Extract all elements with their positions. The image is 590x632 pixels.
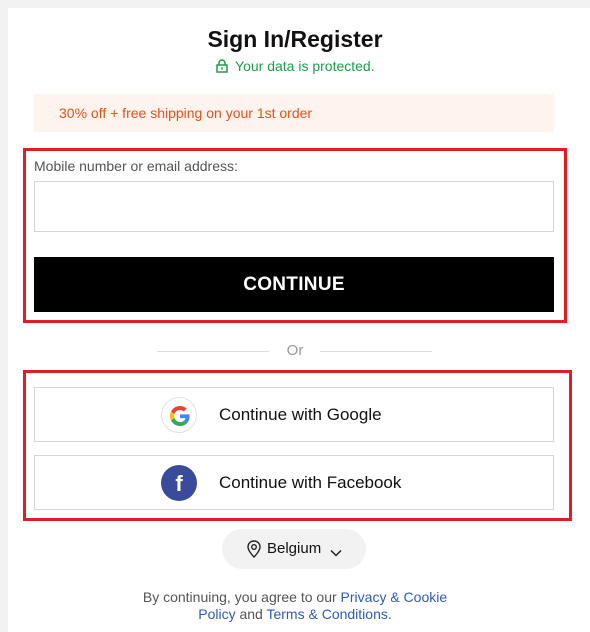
- legal-suffix: .: [387, 606, 392, 622]
- location-pin-icon: [246, 540, 262, 562]
- data-protected-text: Your data is protected.: [235, 58, 375, 74]
- continue-with-google-button[interactable]: Continue with Google: [34, 387, 554, 442]
- field-label: Mobile number or email address:: [34, 158, 238, 174]
- legal-text-line1: By continuing, you agree to our Privacy …: [0, 589, 590, 606]
- facebook-button-label: Continue with Facebook: [219, 473, 402, 492]
- data-protected-notice: Your data is protected.: [0, 58, 590, 74]
- email-or-mobile-input[interactable]: [34, 181, 554, 232]
- chevron-down-icon: [330, 544, 342, 561]
- continue-with-facebook-button[interactable]: f Continue with Facebook: [34, 455, 554, 510]
- divider-right: [320, 351, 432, 352]
- google-icon: [161, 397, 197, 433]
- or-separator: Or: [286, 342, 304, 359]
- google-button-label: Continue with Google: [219, 405, 382, 424]
- divider-left: [157, 351, 269, 352]
- privacy-policy-link-cont[interactable]: Policy: [198, 606, 235, 622]
- continue-button[interactable]: CONTINUE: [34, 257, 554, 312]
- privacy-policy-link[interactable]: Privacy & Cookie: [341, 589, 448, 605]
- legal-and: and: [235, 606, 267, 622]
- promo-banner: 30% off + free shipping on your 1st orde…: [34, 94, 554, 132]
- terms-link[interactable]: Terms & Conditions: [266, 606, 387, 622]
- promo-text: 30% off + free shipping on your 1st orde…: [59, 105, 313, 121]
- legal-text-line2: Policy and Terms & Conditions.: [0, 606, 590, 623]
- selected-country: Belgium: [267, 540, 322, 557]
- facebook-icon: f: [161, 465, 197, 501]
- lock-icon: [215, 58, 235, 74]
- legal-prefix: By continuing, you agree to our: [142, 589, 341, 605]
- page-title: Sign In/Register: [207, 26, 383, 52]
- country-selector[interactable]: Belgium: [222, 529, 366, 569]
